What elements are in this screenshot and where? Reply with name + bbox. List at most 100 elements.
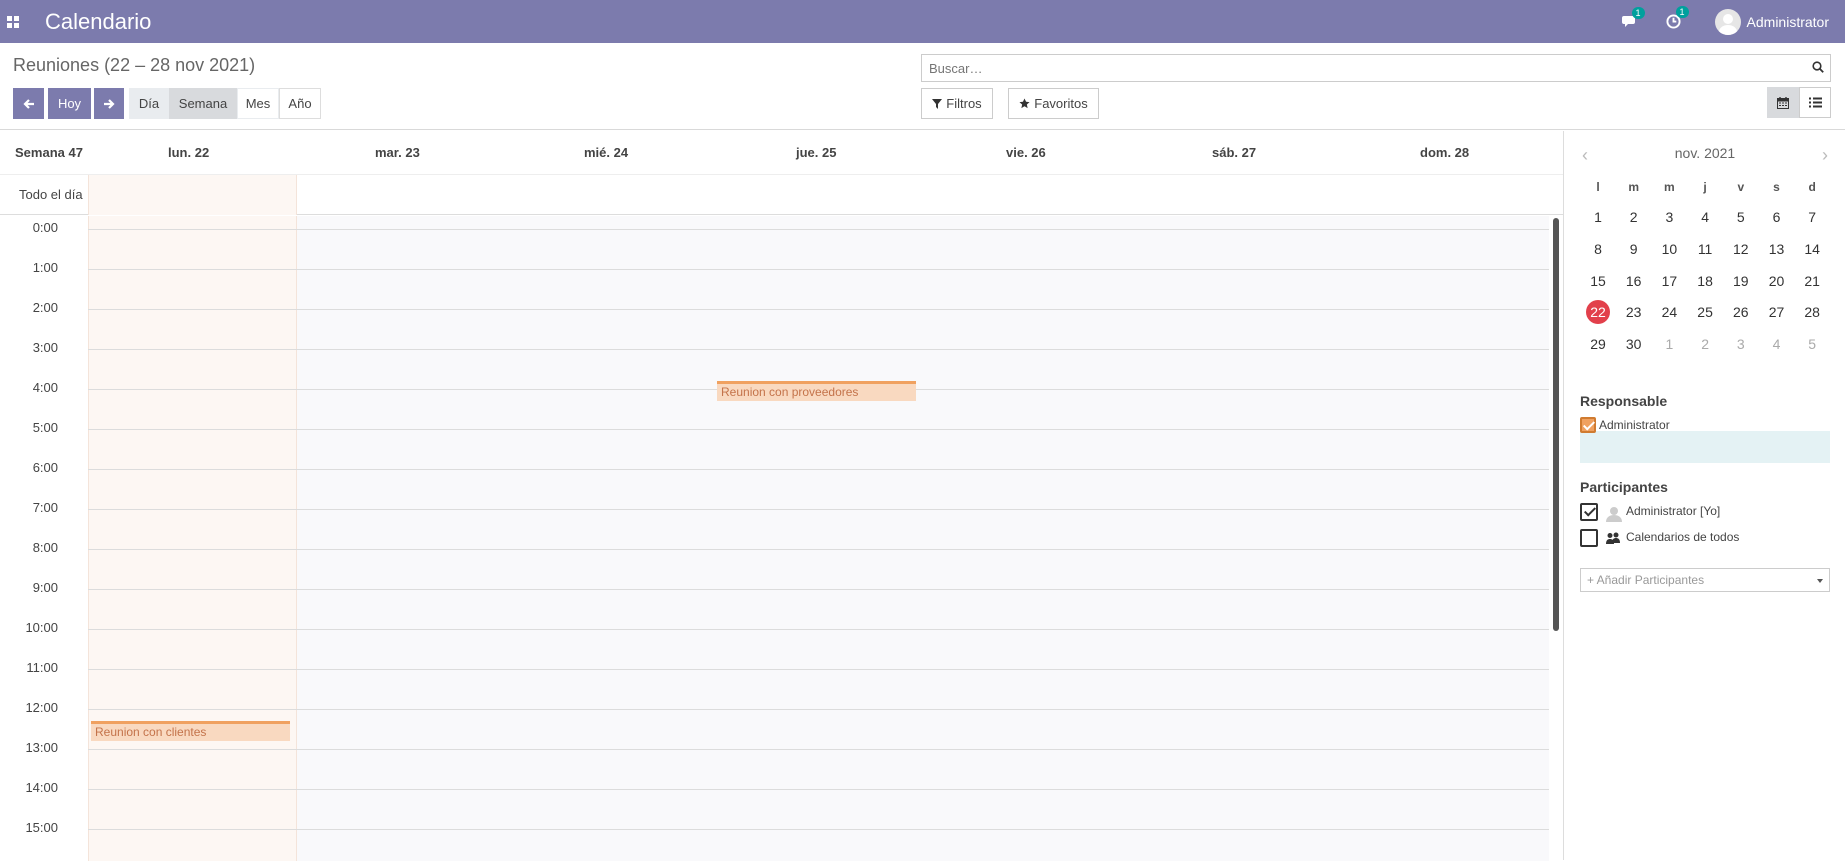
event-block[interactable]: Reunion con proveedores (717, 381, 916, 401)
hour-label: 9:00 (32, 580, 58, 595)
mini-calendar-day[interactable]: 17 (1651, 266, 1687, 296)
mini-calendar-day[interactable]: 4 (1759, 329, 1795, 359)
hour-grid-line (88, 709, 1549, 710)
scale-month-button[interactable]: Mes (237, 88, 279, 119)
mini-calendar-day[interactable]: 10 (1651, 234, 1687, 264)
hour-grid-line (88, 269, 1549, 270)
mini-calendar-day[interactable]: 28 (1794, 297, 1830, 327)
mini-calendar-day[interactable]: 21 (1794, 266, 1830, 296)
day-header[interactable]: vie. 26 (1006, 131, 1046, 175)
hour-label: 8:00 (32, 540, 58, 555)
hour-grid-line (88, 829, 1549, 830)
hour-label: 5:00 (32, 420, 58, 435)
week-number-label: Semana 47 (15, 145, 83, 160)
favorites-button[interactable]: Favoritos (1008, 88, 1099, 119)
hour-label: 10:00 (25, 620, 58, 635)
day-header[interactable]: mié. 24 (584, 131, 628, 175)
mini-calendar-day[interactable]: 20 (1759, 266, 1795, 296)
day-header[interactable]: mar. 23 (375, 131, 420, 175)
dropdown-caret-icon[interactable] (1817, 579, 1823, 583)
week-calendar: Semana 47 lun. 22 mar. 23 mié. 24 jue. 2… (0, 131, 1563, 861)
mini-calendar-day[interactable]: 26 (1723, 297, 1759, 327)
add-participants-input[interactable]: + Añadir Participantes (1580, 568, 1830, 592)
mini-calendar-day[interactable]: 12 (1723, 234, 1759, 264)
calendar-view-button[interactable] (1767, 87, 1799, 118)
mini-calendar-day[interactable]: 24 (1651, 297, 1687, 327)
chevron-right-icon[interactable]: › (1822, 145, 1828, 166)
next-button[interactable] (94, 88, 124, 119)
previous-button[interactable] (13, 88, 44, 119)
time-grid[interactable] (88, 216, 1549, 861)
mini-calendar-day[interactable]: 15 (1580, 266, 1616, 296)
search-icon[interactable] (1812, 61, 1824, 73)
mini-calendar-day[interactable]: 19 (1723, 266, 1759, 296)
mini-calendar-day[interactable]: 23 (1616, 297, 1652, 327)
mini-calendar-day[interactable]: 16 (1616, 266, 1652, 296)
scale-week-button[interactable]: Semana (169, 88, 237, 119)
day-header[interactable]: jue. 25 (796, 131, 836, 175)
day-header[interactable]: sáb. 27 (1212, 131, 1256, 175)
mini-calendar-day[interactable]: 2 (1616, 202, 1652, 232)
messages-icon[interactable]: 1 (1621, 6, 1645, 29)
arrow-right-icon (104, 98, 115, 109)
day-header[interactable]: lun. 22 (168, 131, 209, 175)
user-menu[interactable]: Administrator (1714, 8, 1829, 35)
mini-calendar-title[interactable]: nov. 2021 (1580, 145, 1830, 161)
all-day-row[interactable]: Todo el día (0, 175, 1563, 215)
calendar-sidebar: ‹ nov. 2021 › l m m j v s d 1 2 3 4 5 6 7 8 9 10 11 12 13 14… (1563, 131, 1845, 860)
mini-calendar-day[interactable]: 18 (1687, 266, 1723, 296)
control-panel: Reuniones (22 – 28 nov 2021) Hoy Día Sem… (0, 43, 1845, 130)
today-column[interactable] (88, 216, 297, 861)
mini-calendar-day[interactable]: 27 (1759, 297, 1795, 327)
all-day-label: Todo el día (19, 187, 83, 202)
activities-clock-icon[interactable]: 1 (1666, 6, 1689, 29)
responsible-checkbox[interactable] (1580, 417, 1596, 433)
activities-badge: 1 (1675, 6, 1689, 18)
all-day-today-cell[interactable] (88, 175, 297, 215)
mini-calendar-day[interactable]: 5 (1723, 202, 1759, 232)
today-button[interactable]: Hoy (48, 88, 91, 119)
mini-calendar-day[interactable]: 30 (1616, 329, 1652, 359)
mini-calendar-day[interactable]: 7 (1794, 202, 1830, 232)
hour-label: 7:00 (32, 500, 58, 515)
mini-calendar-day[interactable]: 6 (1759, 202, 1795, 232)
list-view-button[interactable] (1799, 87, 1831, 118)
hour-label: 11:00 (26, 660, 58, 675)
hour-grid-line (88, 589, 1549, 590)
day-header[interactable]: dom. 28 (1420, 131, 1469, 175)
mini-calendar-day[interactable]: 25 (1687, 297, 1723, 327)
participant-me-checkbox[interactable] (1580, 503, 1598, 521)
mini-calendar-day[interactable]: 9 (1616, 234, 1652, 264)
mini-calendar-day[interactable]: 3 (1723, 329, 1759, 359)
mini-calendar-today[interactable]: 22 (1580, 297, 1616, 327)
search-input[interactable] (922, 55, 1802, 81)
scale-year-button[interactable]: Año (279, 88, 321, 119)
mini-calendar-day[interactable]: 11 (1687, 234, 1723, 264)
hour-grid-line (88, 349, 1549, 350)
weekday-label: m (1628, 180, 1640, 194)
hour-grid-line (88, 429, 1549, 430)
day-header-row: Semana 47 lun. 22 mar. 23 mié. 24 jue. 2… (0, 131, 1563, 175)
filters-button[interactable]: Filtros (921, 88, 993, 119)
mini-calendar-day[interactable]: 8 (1580, 234, 1616, 264)
hour-label: 3:00 (32, 340, 58, 355)
scale-day-button[interactable]: Día (129, 88, 169, 119)
mini-calendar-day[interactable]: 2 (1687, 329, 1723, 359)
participant-all-checkbox[interactable] (1580, 529, 1598, 547)
mini-calendar-day[interactable]: 5 (1794, 329, 1830, 359)
mini-calendar-day[interactable]: 13 (1759, 234, 1795, 264)
mini-calendar-day[interactable]: 29 (1580, 329, 1616, 359)
mini-calendar-day[interactable]: 3 (1651, 202, 1687, 232)
scrollbar[interactable] (1553, 218, 1559, 631)
time-grid-viewport[interactable]: 0:00 1:00 2:00 3:00 4:00 5:00 6:00 7:00 8:00 9:00… (0, 216, 1563, 861)
mini-calendar-day[interactable]: 1 (1580, 202, 1616, 232)
hour-grid-line (88, 789, 1549, 790)
hour-label: 6:00 (32, 460, 58, 475)
apps-menu-icon[interactable] (0, 0, 26, 43)
event-block[interactable]: Reunion con clientes (91, 721, 290, 741)
mini-calendar-day[interactable]: 4 (1687, 202, 1723, 232)
search-box (921, 54, 1831, 82)
mini-calendar-day[interactable]: 1 (1651, 329, 1687, 359)
weekday-label: s (1773, 180, 1780, 194)
mini-calendar-day[interactable]: 14 (1794, 234, 1830, 264)
